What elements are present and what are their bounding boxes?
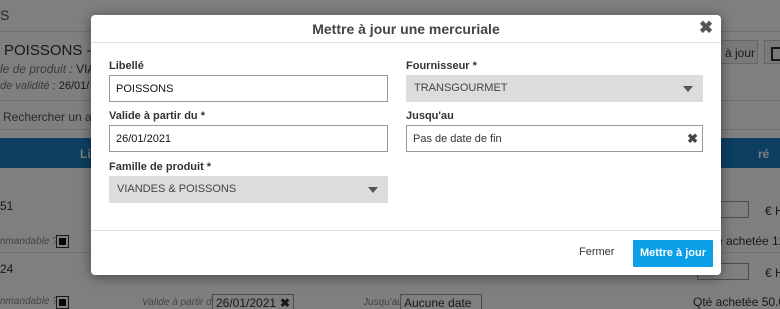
clear-icon[interactable]: ✖ <box>687 131 698 147</box>
jusquau-label: Jusqu'au <box>406 110 454 122</box>
chevron-down-icon <box>683 86 693 92</box>
dialog-header: Mettre à jour une mercuriale ✖ <box>91 15 721 43</box>
jusquau-date-input[interactable]: Pas de date de fin ✖ <box>406 125 703 152</box>
libelle-input[interactable]: POISSONS <box>109 75 388 102</box>
dialog-footer: Fermer Mettre à jour <box>91 230 721 275</box>
famille-value: VIANDES & POISSONS <box>117 183 237 195</box>
fournisseur-label: Fournisseur * <box>406 60 477 72</box>
fournisseur-select[interactable]: TRANSGOURMET <box>406 75 703 102</box>
famille-label: Famille de produit * <box>109 161 212 173</box>
close-icon[interactable]: ✖ <box>696 18 716 38</box>
valide-date-input[interactable]: 26/01/2021 <box>109 125 388 152</box>
libelle-label: Libellé <box>109 60 144 72</box>
submit-button[interactable]: Mettre à jour <box>633 240 713 267</box>
cancel-button[interactable]: Fermer <box>579 246 614 258</box>
update-mercuriale-dialog: Mettre à jour une mercuriale ✖ Libellé P… <box>91 15 721 275</box>
dialog-title: Mettre à jour une mercuriale <box>312 21 500 37</box>
valide-label: Valide à partir du * <box>109 110 205 122</box>
fournisseur-value: TRANSGOURMET <box>414 82 508 94</box>
chevron-down-icon <box>368 187 378 193</box>
jusquau-placeholder: Pas de date de fin <box>413 133 502 145</box>
famille-select[interactable]: VIANDES & POISSONS <box>109 176 388 203</box>
